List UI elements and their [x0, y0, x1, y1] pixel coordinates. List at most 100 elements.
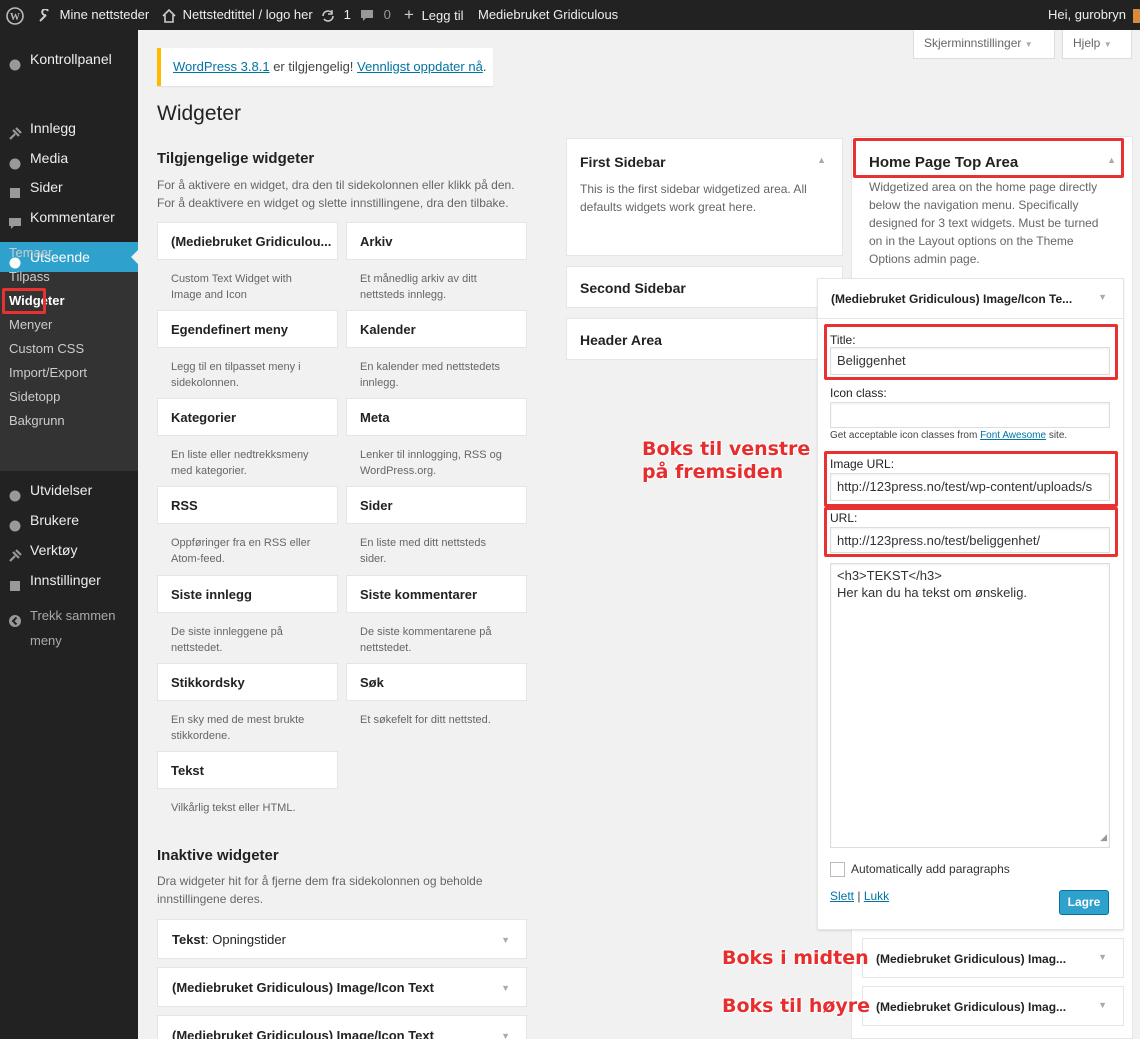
widget-card[interactable]: Kalender: [346, 310, 527, 348]
widget-card[interactable]: Meta: [346, 398, 527, 436]
sidebar-item-meny[interactable]: meny: [0, 631, 138, 651]
icon-class-field[interactable]: [830, 402, 1110, 428]
area-desc-line: This is the first sidebar widgetized are…: [580, 182, 807, 196]
add-new-menu[interactable]: + Legg til: [404, 0, 463, 30]
highlight-url: [824, 507, 1118, 557]
sidebar-item-verktøy[interactable]: Verktøy: [0, 535, 138, 565]
my-sites-menu[interactable]: Mine nettsteder: [38, 0, 149, 30]
resize-handle-icon[interactable]: ◢: [1100, 829, 1107, 846]
updates-menu[interactable]: 1: [320, 0, 351, 30]
pages-icon: [8, 180, 22, 198]
inactive-widget[interactable]: Tekst: Opningstider ▼: [157, 919, 527, 959]
update-now-link[interactable]: Vennligst oppdater nå: [357, 59, 483, 74]
comments-menu[interactable]: 0: [360, 0, 391, 30]
refresh-icon: [320, 7, 336, 22]
sidebar-item-utvidelser[interactable]: Utvidelser: [0, 475, 138, 505]
notice-text: er tilgjengelig!: [269, 59, 358, 74]
widget-description: En sky med de mest brukte stikkordene.: [171, 712, 341, 744]
chevron-down-icon[interactable]: ▼: [501, 1016, 510, 1039]
inactive-widget[interactable]: (Mediebruket Gridiculous) Image/Icon Tex…: [157, 967, 527, 1007]
submenu-item-custom-css[interactable]: Custom CSS: [9, 341, 84, 356]
widget-card[interactable]: Stikkordsky: [157, 663, 338, 701]
sidebar-item-innlegg[interactable]: Innlegg: [0, 113, 138, 143]
widget-card[interactable]: Søk: [346, 663, 527, 701]
close-link[interactable]: Lukk: [864, 889, 889, 903]
font-awesome-link[interactable]: Font Awesome: [980, 430, 1046, 441]
inactive-widget-title: (Mediebruket Gridiculous) Image/Icon Tex…: [172, 980, 434, 995]
theme-link[interactable]: Mediebruket Gridiculous: [478, 0, 618, 30]
sidebar-item-brukere[interactable]: Brukere: [0, 505, 138, 535]
submenu-item-bakgrunn[interactable]: Bakgrunn: [9, 413, 65, 428]
widget-card[interactable]: Arkiv: [346, 222, 527, 260]
widget-desc-line: sidekolonnen.: [171, 377, 239, 389]
widget-form-header[interactable]: (Mediebruket Gridiculous) Image/Icon Te.…: [818, 279, 1123, 319]
widget-card[interactable]: RSS: [157, 486, 338, 524]
widget-card[interactable]: Kategorier: [157, 398, 338, 436]
sidebar-item-kontrollpanel[interactable]: Kontrollpanel: [0, 44, 138, 74]
icon-class-help: Get acceptable icon classes from Font Aw…: [830, 430, 1067, 441]
inactive-widget-title: Tekst: Opningstider: [172, 932, 286, 947]
widget-card[interactable]: (Mediebruket Gridiculou...: [157, 222, 338, 260]
sidebar-item-trekk-sammen[interactable]: Trekk sammen: [0, 601, 138, 631]
collapsed-widget-right[interactable]: (Mediebruket Gridiculous) Imag... ▼: [862, 986, 1124, 1026]
sidebar-item-kommentarer[interactable]: Kommentarer: [0, 202, 138, 232]
widget-desc-line: med kategorier.: [171, 465, 247, 477]
submenu-item-tilpass[interactable]: Tilpass: [9, 269, 50, 284]
widget-desc-line: nettsteds innlegg.: [360, 289, 447, 301]
text-line: Her kan du ha tekst om ønskelig.: [837, 585, 1028, 600]
annotation-right-box: Boks til høyre: [722, 995, 871, 1017]
chevron-down-icon[interactable]: ▼: [1098, 1000, 1107, 1010]
my-sites-label: Mine nettsteder: [59, 7, 150, 22]
widget-desc-line: En kalender med nettstedets: [360, 361, 501, 373]
widget-card[interactable]: Siste kommentarer: [346, 575, 527, 613]
chevron-down-icon[interactable]: ▼: [501, 920, 510, 960]
screen-options-button[interactable]: Skjerminnstillinger ▼: [913, 30, 1055, 59]
area-desc-line: Widgetized area on the home page directl…: [869, 180, 1098, 194]
submenu-item-import-export[interactable]: Import/Export: [9, 365, 87, 380]
widget-card[interactable]: Tekst: [157, 751, 338, 789]
submenu-item-temaer[interactable]: Temaer: [9, 245, 52, 260]
wordpress-logo-icon[interactable]: W: [6, 0, 24, 30]
chevron-down-icon[interactable]: ▼: [1098, 952, 1107, 962]
sidebar-item-media[interactable]: Media: [0, 143, 138, 173]
annotation-line: Boks til venstre: [642, 438, 811, 460]
inactive-widget[interactable]: (Mediebruket Gridiculous) Image/Icon Tex…: [157, 1015, 527, 1039]
inactive-widget-name: (Mediebruket Gridiculous) Image/Icon Tex…: [172, 980, 434, 995]
submenu-item-sidetopp[interactable]: Sidetopp: [9, 389, 60, 404]
header-area[interactable]: Header Area: [566, 318, 843, 360]
submenu-item-menyer[interactable]: Menyer: [9, 317, 52, 332]
text-line: <h3>TEKST</h3>: [837, 568, 942, 583]
first-sidebar-area[interactable]: First Sidebar ▲ This is the first sideba…: [566, 138, 843, 256]
autop-checkbox[interactable]: [830, 862, 845, 877]
collapse-icon: [8, 609, 22, 627]
widget-desc-line: nettstedet.: [171, 642, 223, 654]
widget-card[interactable]: Egendefinert meny: [157, 310, 338, 348]
widget-card[interactable]: Sider: [346, 486, 527, 524]
text-area[interactable]: <h3>TEKST</h3> Her kan du ha tekst om øn…: [830, 563, 1110, 848]
collapsed-widget-middle[interactable]: (Mediebruket Gridiculous) Imag... ▼: [862, 938, 1124, 978]
chevron-down-icon[interactable]: ▼: [501, 968, 510, 1008]
sidebar-item-label: meny: [30, 633, 62, 648]
sidebar-item-label: Brukere: [30, 512, 80, 528]
area-desc-line: below the navigation menu. Specifically: [869, 198, 1079, 212]
wrench-icon: [38, 7, 52, 22]
inactive-widgets-desc: Dra widgeter hit for å fjerne dem fra si…: [157, 872, 537, 908]
widget-desc-line: WordPress.org.: [360, 465, 437, 477]
wordpress-version-link[interactable]: WordPress 3.8.1: [173, 59, 270, 74]
my-account-menu[interactable]: Hei, gurobryn: [1048, 0, 1140, 30]
delete-link[interactable]: Slett: [830, 889, 854, 903]
widget-description: De siste innleggene på nettstedet.: [171, 624, 341, 656]
site-name-menu[interactable]: Nettstedtittel / logo her: [162, 0, 313, 30]
widget-card[interactable]: Siste innlegg: [157, 575, 338, 613]
annotation-line: på fremsiden: [642, 461, 784, 483]
chevron-down-icon[interactable]: ▼: [1098, 292, 1107, 302]
save-button[interactable]: Lagre: [1059, 890, 1109, 915]
inactive-widget-subtitle: : Opningstider: [205, 932, 286, 947]
sidebar-item-sider[interactable]: Sider: [0, 172, 138, 202]
chevron-up-icon[interactable]: ▲: [817, 155, 826, 165]
sidebar-item-innstillinger[interactable]: Innstillinger: [0, 565, 138, 595]
area-title: First Sidebar: [580, 154, 666, 170]
help-button[interactable]: Hjelp ▼: [1062, 30, 1132, 59]
sidebar-item-label: Media: [30, 150, 69, 166]
second-sidebar-area[interactable]: Second Sidebar: [566, 266, 843, 308]
